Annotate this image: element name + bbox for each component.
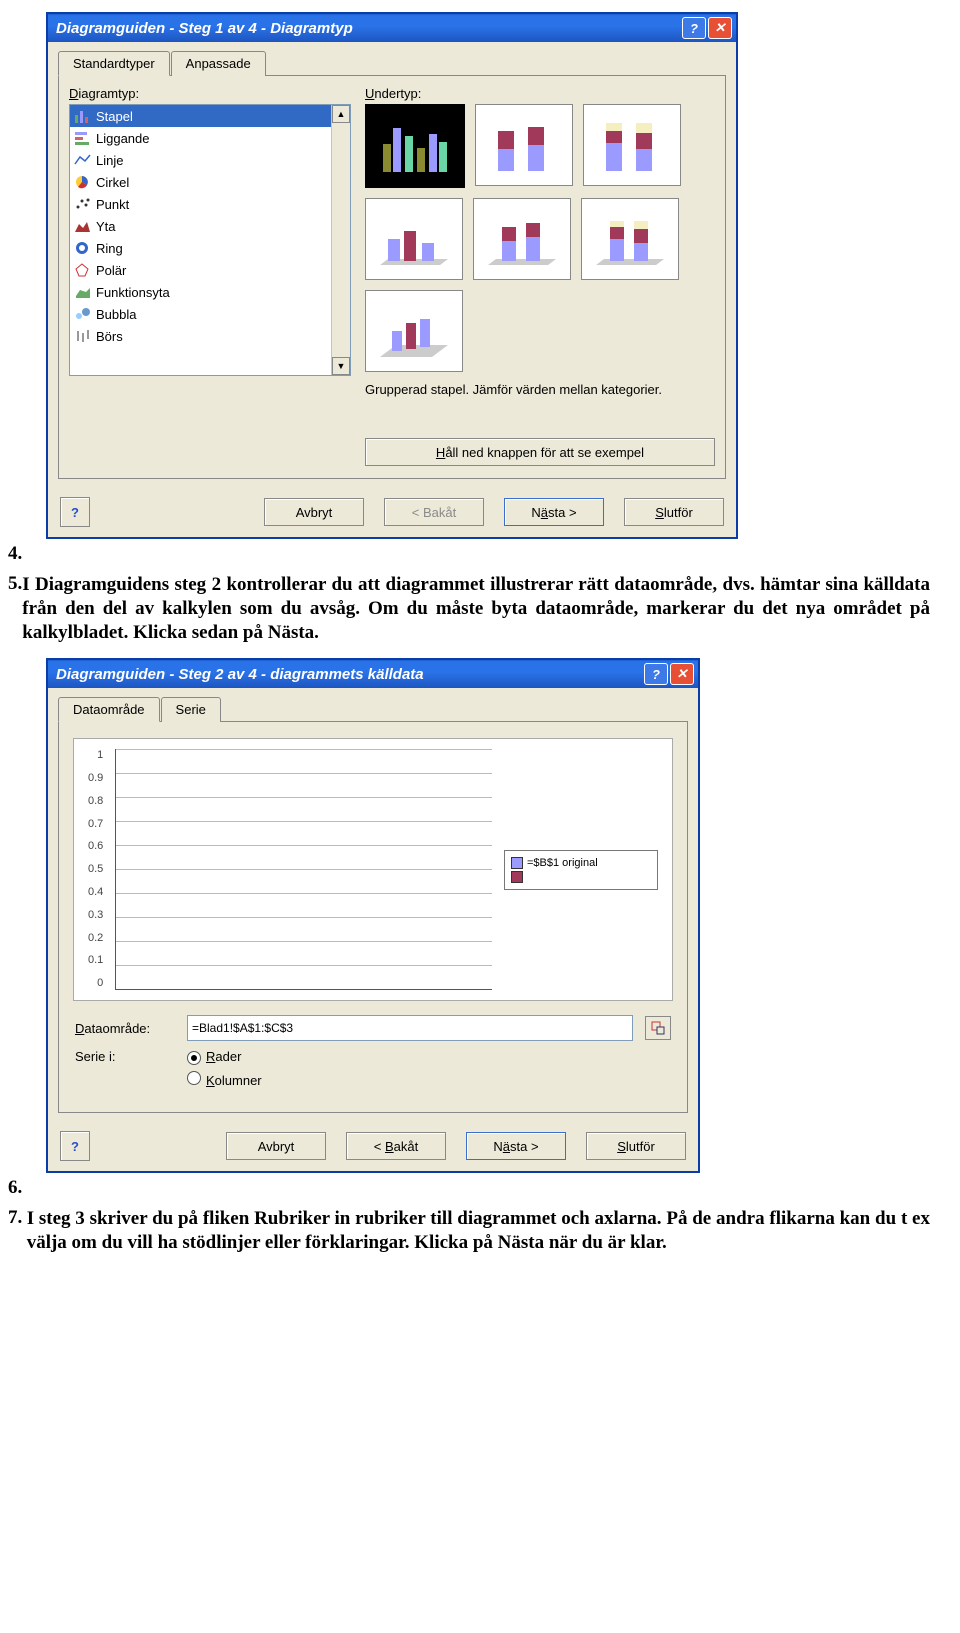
label-data-range: Dataområde: xyxy=(75,1021,175,1036)
help-button[interactable]: ? xyxy=(60,1131,90,1161)
radar-chart-icon xyxy=(74,262,92,278)
back-button[interactable]: < Bakåt xyxy=(384,498,484,526)
close-icon[interactable]: ✕ xyxy=(708,17,732,39)
type-item-liggande[interactable]: Liggande xyxy=(70,127,350,149)
scatter-chart-icon xyxy=(74,196,92,212)
chart-preview: 1 0.9 0.8 0.7 0.6 0.5 0.4 0.3 0.2 0.1 0 xyxy=(73,738,673,1001)
bar-chart-icon xyxy=(74,130,92,146)
chart-wizard-step1-dialog: Diagramguiden - Steg 1 av 4 - Diagramtyp… xyxy=(46,12,738,539)
subtype-100-stacked-column[interactable] xyxy=(583,104,681,186)
type-item-ring[interactable]: Ring xyxy=(70,237,350,259)
close-icon[interactable]: ✕ xyxy=(670,663,694,685)
subtype-clustered-column[interactable] xyxy=(365,104,465,188)
type-item-bubbla[interactable]: Bubbla xyxy=(70,303,350,325)
bubble-chart-icon xyxy=(74,306,92,322)
back-button[interactable]: < Bakåt xyxy=(346,1132,446,1160)
titlebar: Diagramguiden - Steg 1 av 4 - Diagramtyp… xyxy=(48,14,736,42)
column-chart-icon xyxy=(74,108,92,124)
label-series-in: Serie i: xyxy=(75,1049,175,1064)
scroll-up-icon[interactable]: ▲ xyxy=(332,105,350,123)
subtype-description: Grupperad stapel. Jämför värden mellan k… xyxy=(365,382,715,426)
list-marker-7: 7. xyxy=(8,1207,27,1229)
tab-data-range[interactable]: Dataområde xyxy=(58,697,160,722)
next-button[interactable]: Nästa > xyxy=(504,498,604,526)
cancel-button[interactable]: Avbryt xyxy=(264,498,364,526)
chart-legend: =$B$1 original xyxy=(504,850,658,890)
paragraph-step7: I steg 3 skriver du på fliken Rubriker i… xyxy=(27,1207,930,1255)
type-item-polar[interactable]: Polär xyxy=(70,259,350,281)
y-axis-ticks: 1 0.9 0.8 0.7 0.6 0.5 0.4 0.3 0.2 0.1 0 xyxy=(88,749,103,989)
stock-chart-icon xyxy=(74,328,92,344)
finish-button[interactable]: Slutför xyxy=(624,498,724,526)
type-item-punkt[interactable]: Punkt xyxy=(70,193,350,215)
tab-custom[interactable]: Anpassade xyxy=(171,51,266,76)
subtype-grid xyxy=(365,104,715,372)
type-item-linje[interactable]: Linje xyxy=(70,149,350,171)
chart-wizard-step2-dialog: Diagramguiden - Steg 2 av 4 - diagrammet… xyxy=(46,658,700,1173)
line-chart-icon xyxy=(74,152,92,168)
radio-rows[interactable] xyxy=(187,1051,201,1065)
window-title: Diagramguiden - Steg 2 av 4 - diagrammet… xyxy=(56,666,642,683)
legend-swatch-icon xyxy=(511,857,523,869)
subtype-stacked-column[interactable] xyxy=(475,104,573,186)
cancel-button[interactable]: Avbryt xyxy=(226,1132,326,1160)
titlebar: Diagramguiden - Steg 2 av 4 - diagrammet… xyxy=(48,660,698,688)
scroll-down-icon[interactable]: ▼ xyxy=(332,357,350,375)
type-item-yta[interactable]: Yta xyxy=(70,215,350,237)
help-button[interactable]: ? xyxy=(60,497,90,527)
window-title: Diagramguiden - Steg 1 av 4 - Diagramtyp xyxy=(56,20,680,37)
type-item-stapel[interactable]: Stapel xyxy=(70,105,350,127)
pie-chart-icon xyxy=(74,174,92,190)
tab-bar: Standardtyper Anpassade xyxy=(58,50,726,75)
tab-standard-types[interactable]: Standardtyper xyxy=(58,51,170,76)
surface-chart-icon xyxy=(74,284,92,300)
legend-swatch-icon xyxy=(511,871,523,883)
range-picker-icon[interactable] xyxy=(645,1016,671,1040)
radio-columns[interactable] xyxy=(187,1071,201,1085)
type-item-funktionsyta[interactable]: Funktionsyta xyxy=(70,281,350,303)
listbox-scrollbar[interactable]: ▲ ▼ xyxy=(331,105,350,375)
tab-series[interactable]: Serie xyxy=(161,697,221,722)
help-icon[interactable]: ? xyxy=(682,17,706,39)
preview-hold-button[interactable]: Håll ned knappen för att se exempel xyxy=(365,438,715,466)
next-button[interactable]: Nästa > xyxy=(466,1132,566,1160)
help-icon[interactable]: ? xyxy=(644,663,668,685)
label-subtype: Undertyp: xyxy=(365,86,715,101)
list-marker-6: 6. xyxy=(8,1177,930,1199)
tab-bar: Dataområde Serie xyxy=(58,696,688,721)
subtype-3d-100-stacked-column[interactable] xyxy=(581,198,679,280)
area-chart-icon xyxy=(74,218,92,234)
list-marker-5: 5. xyxy=(8,573,22,595)
data-range-input[interactable] xyxy=(187,1015,633,1041)
subtype-3d-stacked-column[interactable] xyxy=(473,198,571,280)
finish-button[interactable]: Slutför xyxy=(586,1132,686,1160)
type-item-bors[interactable]: Börs xyxy=(70,325,350,347)
subtype-3d-column[interactable] xyxy=(365,290,463,372)
paragraph-step5: I Diagramguidens steg 2 kontrollerar du … xyxy=(22,573,930,644)
plot-area xyxy=(115,749,492,990)
list-marker-4: 4. xyxy=(8,543,930,565)
type-item-cirkel[interactable]: Cirkel xyxy=(70,171,350,193)
chart-type-listbox[interactable]: Stapel Liggande xyxy=(69,104,351,376)
subtype-3d-clustered-column[interactable] xyxy=(365,198,463,280)
label-chart-type: Diagramtyp: xyxy=(69,86,351,101)
donut-chart-icon xyxy=(74,240,92,256)
